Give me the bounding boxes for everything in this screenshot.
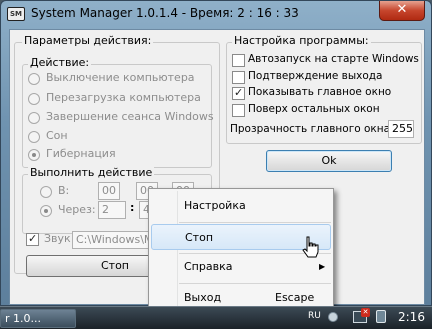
tray-app-icon[interactable] [328, 312, 338, 322]
radio-logoff[interactable] [28, 112, 40, 124]
always-on-top-checkbox[interactable] [232, 104, 245, 117]
radio-hibernate[interactable] [28, 149, 40, 161]
hand-cursor-icon [302, 236, 319, 258]
execute-legend: Выполнить действие [28, 166, 155, 179]
always-on-top-label: Поверх остальных окон [248, 103, 380, 115]
radio-after[interactable] [40, 205, 52, 217]
menu-item-stop-label: Стоп [185, 231, 214, 244]
action-params-legend: Параметры действия: [22, 34, 154, 47]
volume-icon[interactable] [376, 310, 386, 323]
after-hours-field[interactable]: 2 [98, 201, 126, 219]
sound-checkbox[interactable] [26, 232, 39, 246]
title-bar[interactable]: SM System Manager 1.0.1.4 - Время: 2 : 1… [1, 1, 432, 27]
sound-label: Звук: [44, 232, 75, 245]
confirm-exit-label: Подтверждение выхода [248, 70, 383, 82]
autostart-checkbox[interactable] [232, 54, 245, 67]
confirm-exit-checkbox[interactable] [232, 71, 245, 84]
alert-icon: ✕ [361, 308, 370, 317]
radio-shutdown-label: Выключение компьютера [46, 71, 195, 84]
radio-logoff-label: Завершение сеанса Windows [46, 110, 214, 123]
radio-hibernate-label: Гибернация [46, 147, 116, 160]
close-button[interactable]: ✕ [379, 1, 425, 21]
radio-sleep-label: Сон [46, 129, 68, 142]
taskbar-clock[interactable]: 2:16 [398, 310, 425, 324]
menu-separator [179, 283, 331, 284]
show-window-checkbox[interactable] [232, 86, 245, 100]
taskbar-app-button[interactable]: r 1.0... [0, 309, 76, 328]
action-legend: Действие: [28, 56, 92, 69]
autostart-label: Автозапуск на старте Windows [248, 53, 419, 65]
menu-item-settings-label: Настройка [184, 199, 246, 212]
radio-at-time[interactable] [40, 186, 52, 198]
sound-path-field[interactable]: C:\Windows\Me [72, 231, 156, 249]
opacity-label: Прозрачность главного окна: [230, 123, 394, 135]
radio-restart[interactable] [28, 93, 40, 105]
at-hours-field[interactable]: 00 [98, 182, 120, 200]
taskbar: r 1.0... RU ✕ 2:16 [0, 306, 432, 329]
menu-item-exit-label: Выход [184, 291, 222, 304]
menu-item-help-label: Справка [184, 260, 233, 273]
radio-restart-label: Перезагрузка компьютера [46, 91, 201, 104]
app-icon: SM [7, 7, 25, 21]
after-label: Через: [58, 203, 96, 216]
menu-item-settings[interactable]: Настройка [151, 193, 331, 219]
opacity-field[interactable]: 255 [388, 120, 414, 138]
show-window-label: Показывать главное окно [248, 86, 392, 98]
window-title: System Manager 1.0.1.4 - Время: 2 : 16 :… [31, 6, 299, 20]
radio-sleep[interactable] [28, 131, 40, 143]
time-separator: : [130, 201, 135, 214]
at-time-label: В: [58, 184, 70, 197]
radio-shutdown[interactable] [28, 73, 40, 85]
menu-separator [179, 222, 331, 223]
language-indicator[interactable]: RU [308, 311, 321, 321]
program-settings-legend: Настройка программы: [232, 34, 371, 47]
ok-button[interactable]: Ok [266, 150, 392, 172]
